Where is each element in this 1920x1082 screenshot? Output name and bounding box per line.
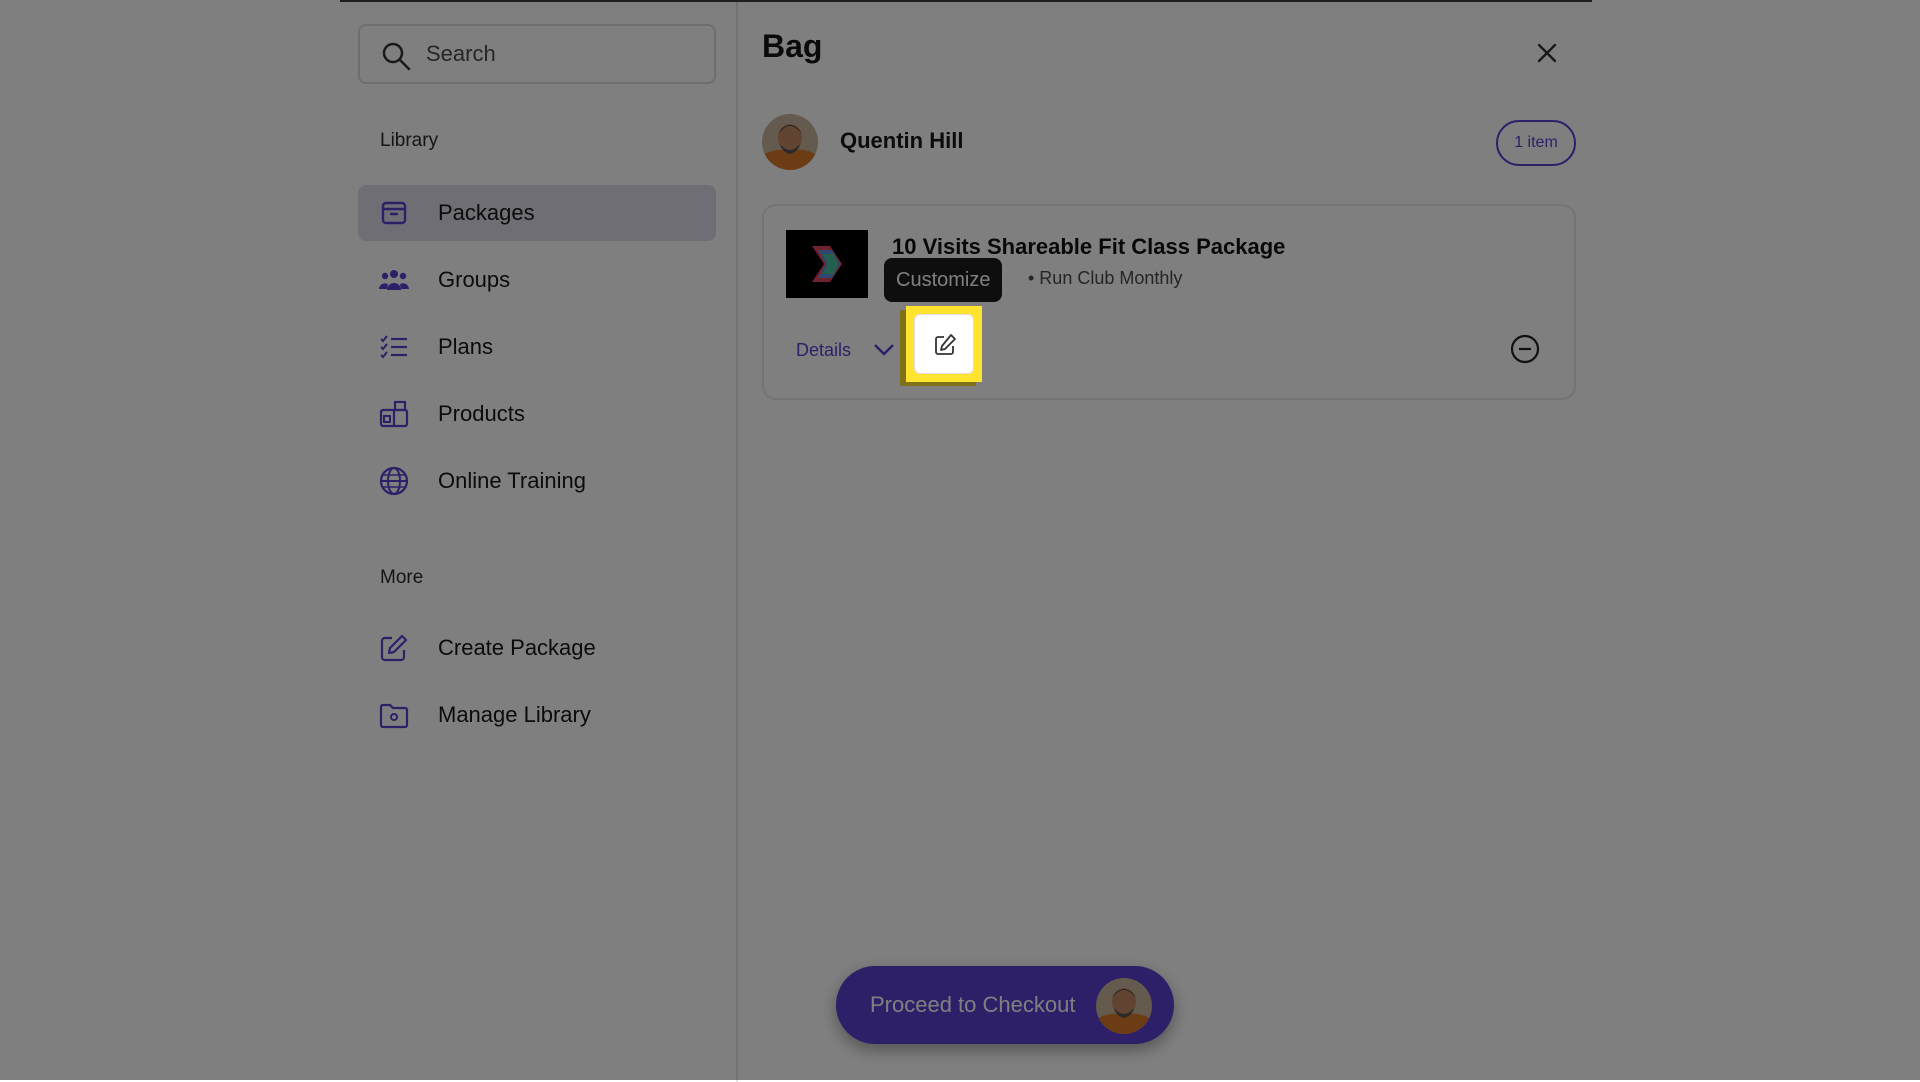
edit-icon (380, 634, 408, 662)
plans-icon (380, 335, 407, 359)
bag-item-card: 10 Visits Shareable Fit Class Package • … (762, 204, 1576, 400)
sidebar-item-plans[interactable]: Plans (358, 319, 716, 375)
close-icon[interactable] (1532, 38, 1562, 68)
item-thumbnail (786, 230, 868, 298)
spotlight-edit-button[interactable] (906, 306, 982, 382)
checkout-avatar (1096, 978, 1152, 1034)
sidebar: Search Library Packages Groups Plans Pro… (340, 2, 738, 1082)
item-title: 10 Visits Shareable Fit Class Package (892, 234, 1286, 259)
sidebar-item-manage-library[interactable]: Manage Library (358, 687, 716, 743)
remove-item-icon[interactable] (1508, 332, 1542, 366)
bag-title: Bag (762, 28, 823, 64)
sidebar-item-create-package[interactable]: Create Package (358, 620, 716, 676)
item-count-badge: 1 item (1496, 120, 1576, 166)
library-section-label: Library (380, 130, 439, 151)
sidebar-item-online-training[interactable]: Online Training (358, 453, 716, 509)
checkout-label: Proceed to Checkout (870, 992, 1076, 1017)
item-subtitle: • Run Club Monthly (1028, 268, 1183, 288)
sidebar-item-label: Packages (438, 200, 535, 225)
details-label: Details (796, 340, 852, 360)
sidebar-item-label: Products (438, 401, 525, 426)
sidebar-item-label: Groups (438, 267, 511, 292)
sidebar-item-label: Plans (438, 334, 494, 359)
edit-icon (935, 334, 956, 355)
sidebar-item-products[interactable]: Products (358, 386, 716, 442)
globe-icon (379, 466, 409, 496)
search-input[interactable]: Search (358, 24, 716, 84)
sidebar-item-label: Create Package (438, 635, 596, 660)
customer-avatar (762, 114, 818, 170)
customer-name: Quentin Hill (840, 128, 964, 153)
chevron-down-icon (874, 344, 894, 356)
search-icon (382, 42, 411, 71)
more-section-label: More (380, 567, 424, 588)
package-icon (381, 201, 407, 225)
app-window: Search Library Packages Groups Plans Pro… (340, 0, 1592, 1082)
search-placeholder: Search (426, 41, 496, 66)
proceed-to-checkout-button[interactable]: Proceed to Checkout (836, 966, 1174, 1044)
folder-settings-icon (379, 703, 409, 729)
products-icon (379, 400, 409, 428)
bag-panel: Bag Quentin Hill 1 item 10 Visits Sharea… (740, 2, 1592, 1082)
sidebar-item-groups[interactable]: Groups (358, 252, 716, 308)
groups-icon (379, 270, 409, 290)
sidebar-item-label: Online Training (438, 468, 586, 493)
sidebar-item-label: Manage Library (438, 702, 591, 727)
details-toggle[interactable]: Details (796, 334, 894, 366)
customize-tooltip: Customize (884, 258, 1003, 302)
sidebar-item-packages[interactable]: Packages (358, 185, 716, 241)
